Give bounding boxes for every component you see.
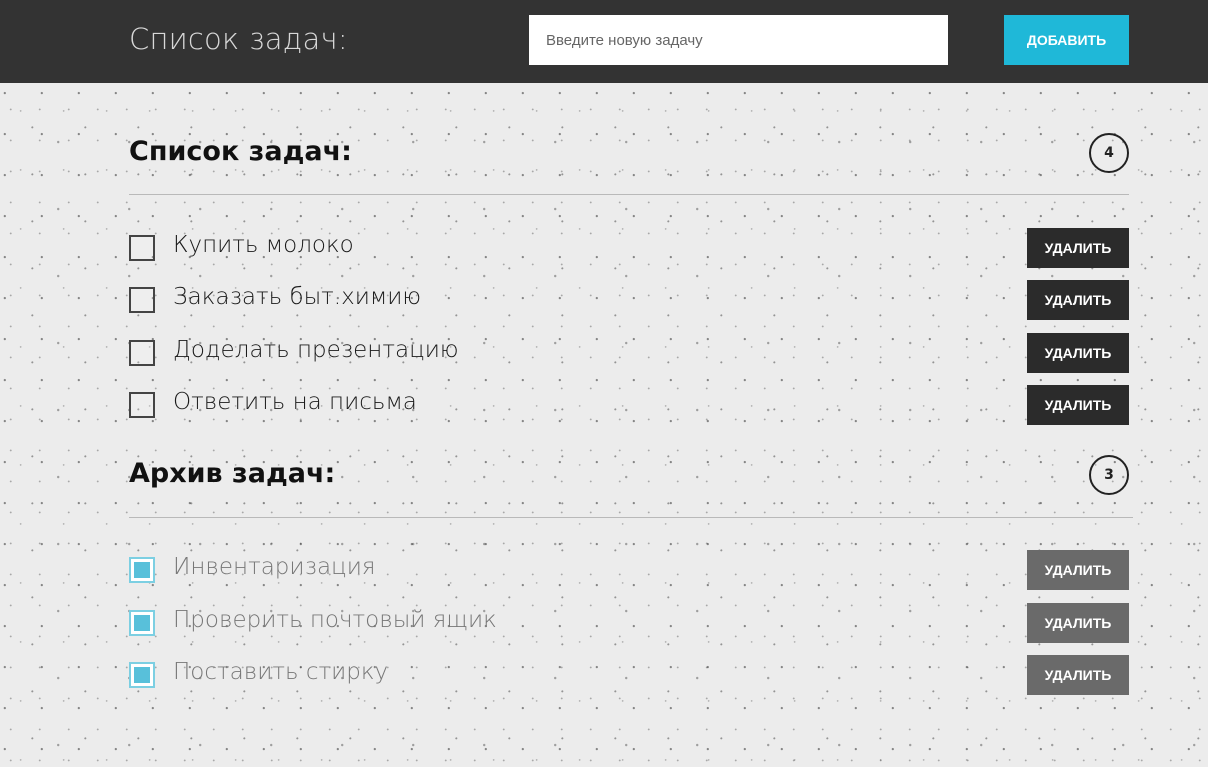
task-label: Инвентаризация [173,554,376,580]
app-title: Список задач: [129,22,348,56]
task-row: Доделать презентацию УДАЛИТЬ [129,333,1129,373]
top-bar: Список задач: ДОБАВИТЬ [0,0,1208,83]
active-divider [129,194,1129,195]
delete-task-button[interactable]: УДАЛИТЬ [1027,655,1129,695]
archive-divider [129,517,1133,518]
archived-task-row: Поставить стирку УДАЛИТЬ [129,655,1129,695]
delete-task-button[interactable]: УДАЛИТЬ [1027,280,1129,320]
delete-task-button[interactable]: УДАЛИТЬ [1027,385,1129,425]
task-checkbox-checked[interactable] [129,662,155,688]
add-task-button[interactable]: ДОБАВИТЬ [1004,15,1129,65]
task-label: Купить молоко [173,232,354,258]
new-task-input[interactable] [529,15,948,65]
task-label: Поставить стирку [173,659,389,685]
archive-heading: Архив задач: [129,458,336,489]
archived-task-row: Проверить почтовый ящик УДАЛИТЬ [129,603,1129,643]
task-label: Ответить на письма [173,389,417,415]
task-checkbox-checked[interactable] [129,557,155,583]
task-row: Заказать быт.химию УДАЛИТЬ [129,280,1129,320]
delete-task-button[interactable]: УДАЛИТЬ [1027,603,1129,643]
archive-count-badge: 3 [1089,455,1129,495]
delete-task-button[interactable]: УДАЛИТЬ [1027,550,1129,590]
task-label: Доделать презентацию [173,337,459,363]
task-checkbox[interactable] [129,340,155,366]
archived-task-row: Инвентаризация УДАЛИТЬ [129,550,1129,590]
task-row: Ответить на письма УДАЛИТЬ [129,385,1129,425]
delete-task-button[interactable]: УДАЛИТЬ [1027,333,1129,373]
task-checkbox-checked[interactable] [129,610,155,636]
active-tasks-heading: Список задач: [129,136,352,167]
active-tasks-count-badge: 4 [1089,133,1129,173]
task-checkbox[interactable] [129,235,155,261]
delete-task-button[interactable]: УДАЛИТЬ [1027,228,1129,268]
task-checkbox[interactable] [129,287,155,313]
task-row: Купить молоко УДАЛИТЬ [129,228,1129,268]
task-label: Заказать быт.химию [173,284,422,310]
task-checkbox[interactable] [129,392,155,418]
task-label: Проверить почтовый ящик [173,607,497,633]
